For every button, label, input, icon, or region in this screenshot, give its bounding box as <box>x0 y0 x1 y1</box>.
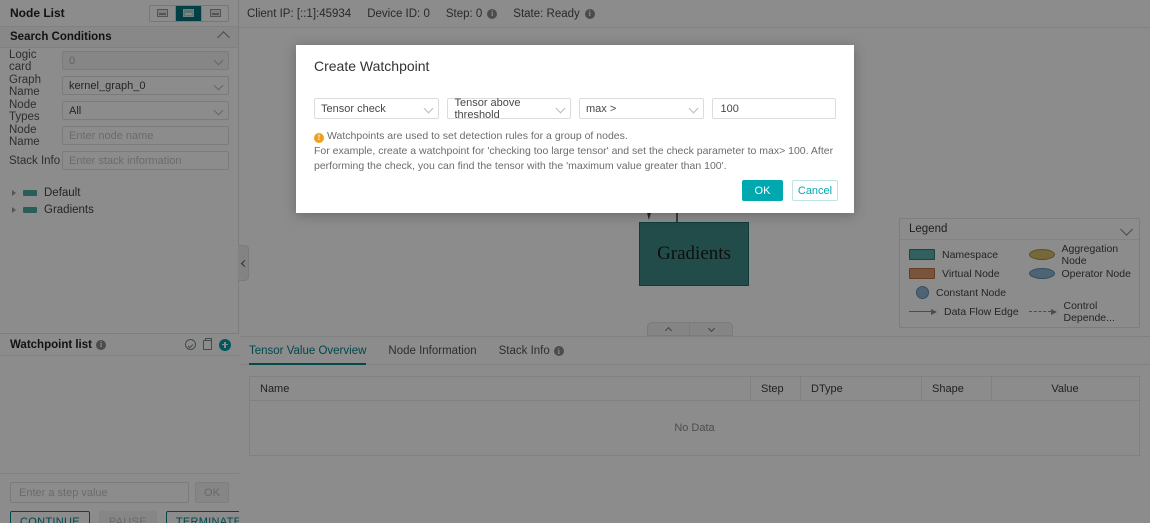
create-watchpoint-dialog: Create Watchpoint Tensor check Tensor ab… <box>296 45 854 213</box>
help-line-2: For example, create a watchpoint for 'ch… <box>314 145 833 172</box>
chevron-down-icon <box>689 104 699 114</box>
chevron-down-icon <box>424 104 434 114</box>
dialog-actions: OK Cancel <box>742 180 838 201</box>
field-value: Tensor above threshold <box>454 97 564 121</box>
dialog-fields-row: Tensor check Tensor above threshold max … <box>296 74 854 119</box>
field-value: Tensor check <box>321 103 386 115</box>
field-value: 100 <box>720 103 738 115</box>
debugger-app: Node List Search Conditions Logic card 0… <box>0 0 1150 523</box>
dialog-cancel-button[interactable]: Cancel <box>792 180 838 201</box>
threshold-input[interactable]: 100 <box>712 98 836 119</box>
check-type-select[interactable]: Tensor check <box>314 98 439 119</box>
warning-icon: ! <box>314 133 324 143</box>
condition-select[interactable]: Tensor above threshold <box>447 98 571 119</box>
dialog-ok-button[interactable]: OK <box>742 180 783 201</box>
field-value: max > <box>586 103 616 115</box>
dialog-help-text: !Watchpoints are used to set detection r… <box>296 119 854 175</box>
dialog-title: Create Watchpoint <box>296 45 854 74</box>
help-line-1: Watchpoints are used to set detection ru… <box>327 130 628 142</box>
operator-select[interactable]: max > <box>579 98 704 119</box>
